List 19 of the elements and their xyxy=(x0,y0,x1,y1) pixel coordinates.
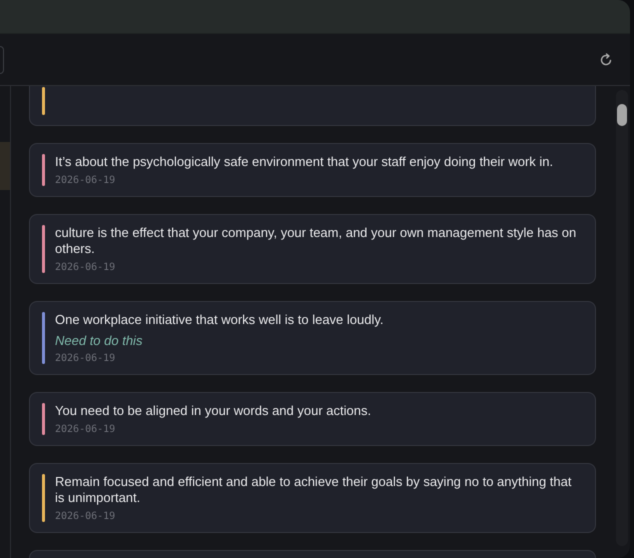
note-card[interactable]: It’s about the psychologically safe environment that your staff enjoy doing their work in. 2026-06-19 xyxy=(29,143,596,197)
refresh-icon[interactable] xyxy=(599,52,613,66)
note-card[interactable]: Remain focused and efficient and able to achieve their goals by saying no to anything that is unimportant. 2026-06-19 xyxy=(29,463,596,533)
scrollbar[interactable] xyxy=(616,90,628,546)
scrollbar-thumb[interactable] xyxy=(617,104,627,126)
note-date: 2026-06-19 xyxy=(55,424,116,435)
note-date: 2026-06-19 xyxy=(55,353,116,364)
note-text: One workplace initiative that works well is to leave loudly. xyxy=(55,312,384,328)
note-card[interactable]: culture is the effect that your company, your team, and your own management style has on others. 2026-06-19 xyxy=(29,214,596,284)
note-text: It’s about the psychologically safe environment that your staff enjoy doing their work in. xyxy=(55,154,554,170)
note-date: 2026-06-19 xyxy=(55,262,116,273)
note-card[interactable]: One workplace initiative that works well is to leave loudly. Need to do this 2026-06-19 xyxy=(29,301,596,375)
note-date: 2026-06-19 xyxy=(55,175,116,186)
note-comment: Need to do this xyxy=(55,333,144,348)
note-date: 2026-06-19 xyxy=(55,511,116,522)
note-text: culture is the effect that your company, your team, and your own management style has on others. xyxy=(55,225,578,257)
note-card[interactable]: You need to be aligned in your words and your actions. 2026-06-19 xyxy=(29,392,596,446)
note-text: Remain focused and efficient and able to achieve their goals by saying no to anything that is unimportant. xyxy=(55,474,572,506)
note-text: You need to be aligned in your words and your actions. xyxy=(55,403,372,419)
